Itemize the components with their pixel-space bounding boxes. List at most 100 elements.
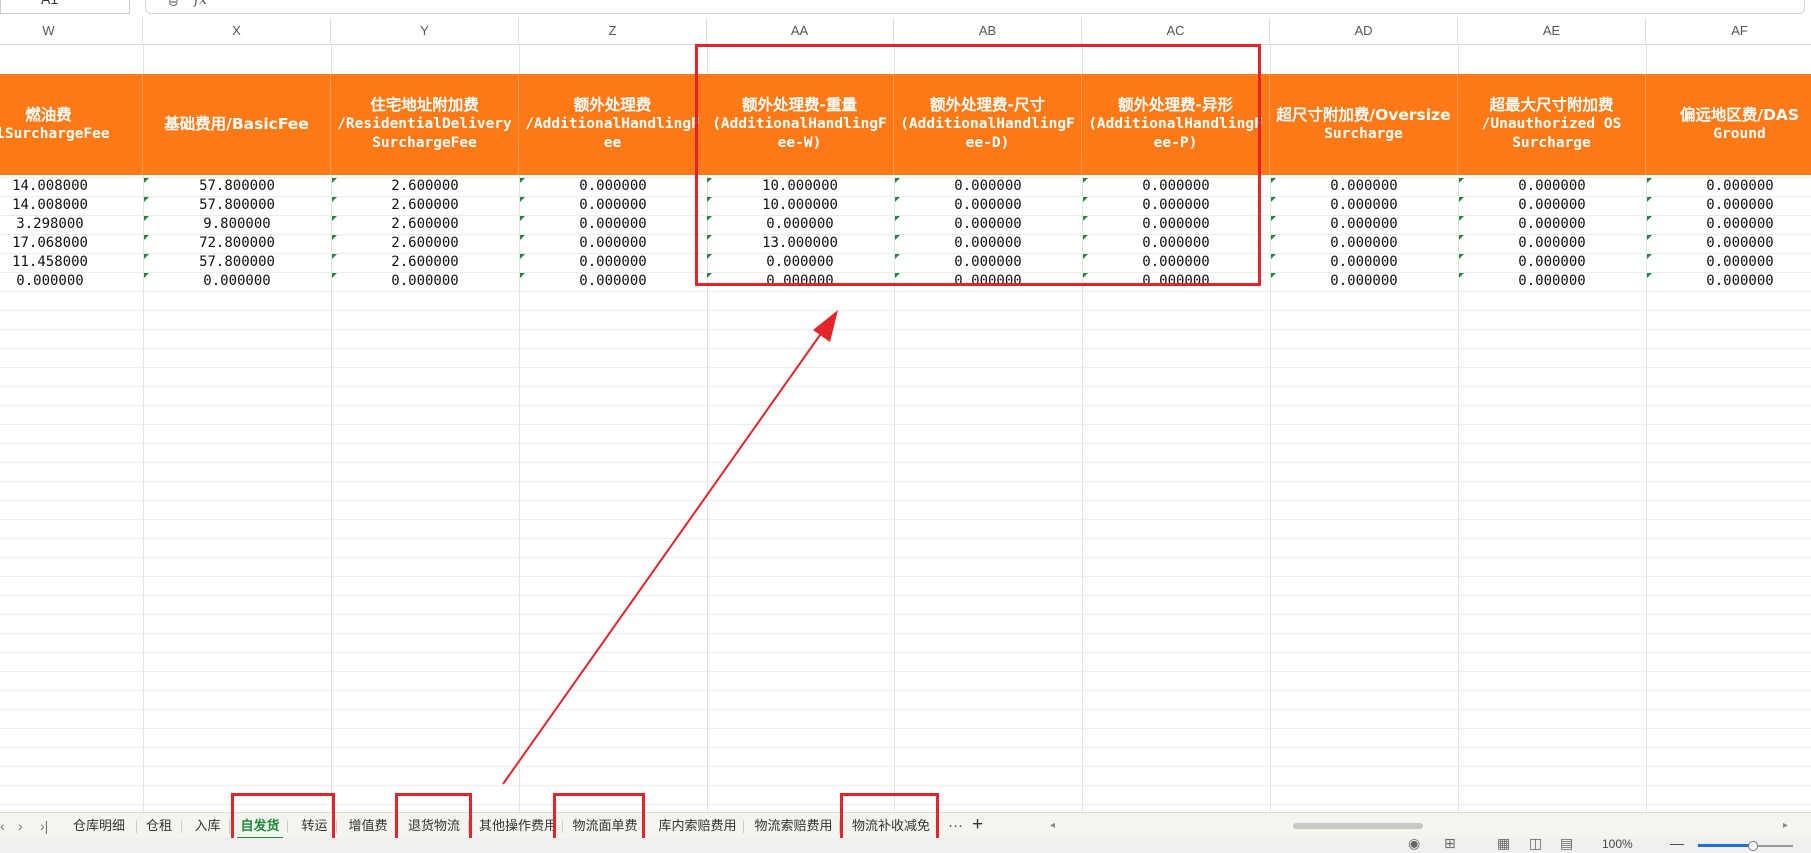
grid-row-line <box>0 405 1811 406</box>
header-cell-af[interactable]: 偏远地区费/DAS Ground <box>1646 74 1811 175</box>
header-text-line: 基础费用/BasicFee <box>164 115 309 133</box>
grid-row-line <box>0 310 1811 311</box>
layout-icon[interactable]: ⊞ <box>1444 838 1456 852</box>
fx-icon[interactable]: fx <box>194 0 207 8</box>
cell-y-1[interactable]: 2.600000 <box>331 177 519 196</box>
sheet-tab-8[interactable]: 其他操作费用 <box>478 813 558 839</box>
cell-z-4[interactable]: 0.000000 <box>519 234 707 253</box>
cell-z-6[interactable]: 0.000000 <box>519 272 707 291</box>
next-sheet-icon[interactable]: › <box>18 813 23 839</box>
header-text-line: /Unauthorized OS <box>1481 116 1622 132</box>
column-header-ac[interactable]: AC <box>1082 18 1270 44</box>
cell-af-2[interactable]: 0.000000 <box>1646 196 1811 215</box>
column-header-y[interactable]: Y <box>331 18 519 44</box>
sheet-tab-1[interactable]: 仓库明细 <box>66 813 132 839</box>
cell-af-4[interactable]: 0.000000 <box>1646 234 1811 253</box>
cell-z-3[interactable]: 0.000000 <box>519 215 707 234</box>
cell-w-4[interactable]: 17.068000 <box>0 234 100 253</box>
scroll-left-icon[interactable]: ◂ <box>1050 813 1055 839</box>
column-header-z[interactable]: Z <box>519 18 707 44</box>
formula-bar: A1 ⌄ ⊖ fx <box>0 0 1811 19</box>
sheet-tab-3[interactable]: 入库 <box>190 813 225 839</box>
cell-ae-4[interactable]: 0.000000 <box>1458 234 1646 253</box>
page-break-icon[interactable]: ▤ <box>1560 838 1573 852</box>
cell-ae-1[interactable]: 0.000000 <box>1458 177 1646 196</box>
cell-ad-4[interactable]: 0.000000 <box>1270 234 1458 253</box>
cell-af-5[interactable]: 0.000000 <box>1646 253 1811 272</box>
formula-input[interactable]: ⊖ fx <box>145 0 1805 14</box>
name-box[interactable]: A1 ⌄ <box>0 0 130 14</box>
cell-ad-6[interactable]: 0.000000 <box>1270 272 1458 291</box>
eye-icon[interactable]: ◉ <box>1408 838 1420 852</box>
status-bar: ◉ ⊞ ▦ ◫ ▤ 100% — <box>0 838 1811 853</box>
cell-y-6[interactable]: 0.000000 <box>331 272 519 291</box>
cell-x-2[interactable]: 57.800000 <box>143 196 331 215</box>
cell-x-5[interactable]: 57.800000 <box>143 253 331 272</box>
header-cell-x[interactable]: 基础费用/BasicFee <box>143 74 331 175</box>
normal-view-icon[interactable]: ▦ <box>1497 838 1510 852</box>
header-cell-ad[interactable]: 超尺寸附加费/Oversize Surcharge <box>1270 74 1458 175</box>
zoom-out-button[interactable]: — <box>1670 838 1684 851</box>
column-header-ab[interactable]: AB <box>894 18 1082 44</box>
cell-ae-5[interactable]: 0.000000 <box>1458 253 1646 272</box>
cell-w-1[interactable]: 14.008000 <box>0 177 100 196</box>
column-header-x[interactable]: X <box>143 18 331 44</box>
annotation-highlight-box <box>695 44 1261 286</box>
cell-af-1[interactable]: 0.000000 <box>1646 177 1811 196</box>
cell-x-3[interactable]: 9.800000 <box>143 215 331 234</box>
cell-y-5[interactable]: 2.600000 <box>331 253 519 272</box>
tab-separator <box>181 820 182 833</box>
cell-x-4[interactable]: 72.800000 <box>143 234 331 253</box>
cell-ae-6[interactable]: 0.000000 <box>1458 272 1646 291</box>
zoom-icon[interactable]: ⊖ <box>168 0 179 10</box>
column-header-w[interactable]: W <box>0 18 143 44</box>
grid-row-line <box>0 766 1811 767</box>
cell-y-2[interactable]: 2.600000 <box>331 196 519 215</box>
chevron-down-icon[interactable]: ⌄ <box>119 0 127 4</box>
cell-ad-5[interactable]: 0.000000 <box>1270 253 1458 272</box>
horizontal-scrollbar[interactable] <box>1293 823 1423 829</box>
zoom-level[interactable]: 100% <box>1602 838 1633 851</box>
cell-x-1[interactable]: 57.800000 <box>143 177 331 196</box>
grid-row-line <box>0 443 1811 444</box>
sheet-tab-2[interactable]: 仓租 <box>141 813 177 839</box>
column-header-ad[interactable]: AD <box>1270 18 1458 44</box>
column-header-af[interactable]: AF <box>1646 18 1811 44</box>
cell-x-6[interactable]: 0.000000 <box>143 272 331 291</box>
sheet-tab-6[interactable]: 增值费 <box>345 813 391 839</box>
cell-af-3[interactable]: 0.000000 <box>1646 215 1811 234</box>
add-sheet-button[interactable]: + <box>972 812 983 838</box>
header-cell-w[interactable]: 燃油费elSurchargeFee <box>0 74 143 175</box>
cell-af-6[interactable]: 0.000000 <box>1646 272 1811 291</box>
cell-ae-3[interactable]: 0.000000 <box>1458 215 1646 234</box>
cell-w-3[interactable]: 3.298000 <box>0 215 100 234</box>
cell-w-2[interactable]: 14.008000 <box>0 196 100 215</box>
cell-w-6[interactable]: 0.000000 <box>0 272 100 291</box>
more-sheets-button[interactable]: ··· <box>948 813 963 839</box>
column-header-aa[interactable]: AA <box>706 18 894 44</box>
header-cell-z[interactable]: 额外处理费/AdditionalHandlingF ee <box>519 74 707 175</box>
prev-sheet-icon[interactable]: ‹ <box>0 813 5 839</box>
header-cell-ae[interactable]: 超最大尺寸附加费/Unauthorized OS Surcharge <box>1458 74 1646 175</box>
tab-annotation-box <box>553 793 645 843</box>
cell-ad-1[interactable]: 0.000000 <box>1270 177 1458 196</box>
cell-ae-2[interactable]: 0.000000 <box>1458 196 1646 215</box>
last-sheet-icon[interactable]: ›| <box>40 813 48 839</box>
column-header-ae[interactable]: AE <box>1458 18 1646 44</box>
page-layout-icon[interactable]: ◫ <box>1529 838 1542 852</box>
cell-z-1[interactable]: 0.000000 <box>519 177 707 196</box>
cell-y-3[interactable]: 2.600000 <box>331 215 519 234</box>
tab-separator <box>336 820 337 833</box>
header-text-line: SurchargeFee <box>372 135 477 151</box>
cell-ad-2[interactable]: 0.000000 <box>1270 196 1458 215</box>
sheet-tab-10[interactable]: 库内索赔费用 <box>656 813 739 839</box>
header-cell-y[interactable]: 住宅地址附加费/ResidentialDelivery SurchargeFee <box>331 74 519 175</box>
sheet-tab-11[interactable]: 物流索赔费用 <box>752 813 835 839</box>
cell-z-2[interactable]: 0.000000 <box>519 196 707 215</box>
cell-w-5[interactable]: 11.458000 <box>0 253 100 272</box>
cell-ad-3[interactable]: 0.000000 <box>1270 215 1458 234</box>
zoom-slider-handle[interactable] <box>1748 841 1758 851</box>
cell-z-5[interactable]: 0.000000 <box>519 253 707 272</box>
scroll-right-icon[interactable]: ▸ <box>1783 813 1788 839</box>
cell-y-4[interactable]: 2.600000 <box>331 234 519 253</box>
